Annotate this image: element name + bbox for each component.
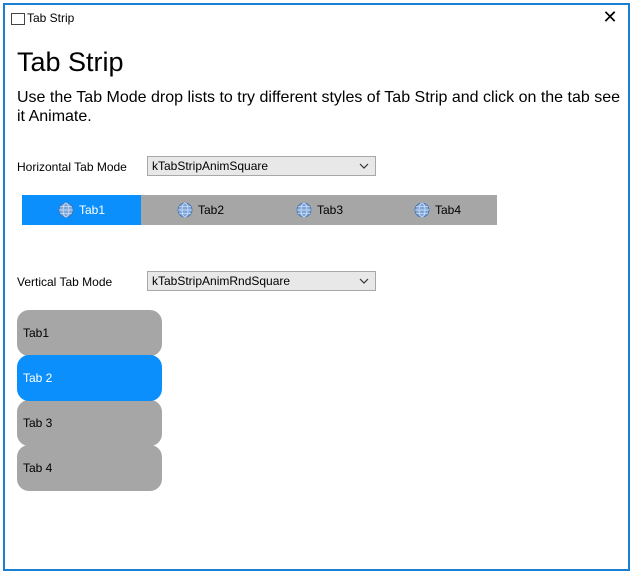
horizontal-tab-mode-select[interactable]: kTabStripAnimSquare <box>147 156 376 176</box>
horizontal-tab-label: Tab3 <box>316 203 344 217</box>
vertical-tab-mode-value: kTabStripAnimRndSquare <box>152 274 291 288</box>
horizontal-tab-mode-value: kTabStripAnimSquare <box>152 159 269 173</box>
horizontal-tab-2[interactable]: Tab2 <box>141 195 260 225</box>
vertical-tab-3[interactable]: Tab 3 <box>17 400 162 446</box>
page-description: Use the Tab Mode drop lists to try diffe… <box>17 89 620 125</box>
vertical-tab-4[interactable]: Tab 4 <box>17 445 162 491</box>
globe-icon <box>177 202 193 218</box>
horizontal-tab-label: Tab2 <box>197 203 225 217</box>
vertical-tab-mode-select[interactable]: kTabStripAnimRndSquare <box>147 271 376 291</box>
close-button[interactable]: ✕ <box>598 7 622 29</box>
chevron-down-icon <box>359 163 369 169</box>
horizontal-tab-mode-label: Horizontal Tab Mode <box>17 160 127 174</box>
app-window: Tab Strip ✕ Tab Strip Use the Tab Mode d… <box>3 3 630 571</box>
horizontal-tab-label: Tab4 <box>434 203 462 217</box>
window-title: Tab Strip <box>27 11 75 25</box>
globe-icon <box>414 202 430 218</box>
horizontal-tab-label: Tab1 <box>78 203 106 217</box>
chevron-down-icon <box>359 278 369 284</box>
globe-icon <box>58 202 74 218</box>
window-icon <box>11 13 25 25</box>
horizontal-tab-1[interactable]: Tab1 <box>22 195 141 225</box>
page-title: Tab Strip <box>17 47 124 77</box>
horizontal-tab-strip: Tab1 Tab2 Tab3 Tab4 <box>22 195 497 225</box>
vertical-tab-mode-label: Vertical Tab Mode <box>17 275 113 289</box>
vertical-tab-2[interactable]: Tab 2 <box>17 355 162 401</box>
globe-icon <box>296 202 312 218</box>
vertical-tab-1[interactable]: Tab1 <box>17 310 162 356</box>
horizontal-tab-3[interactable]: Tab3 <box>260 195 379 225</box>
title-bar: Tab Strip ✕ <box>5 5 628 33</box>
horizontal-tab-4[interactable]: Tab4 <box>378 195 497 225</box>
